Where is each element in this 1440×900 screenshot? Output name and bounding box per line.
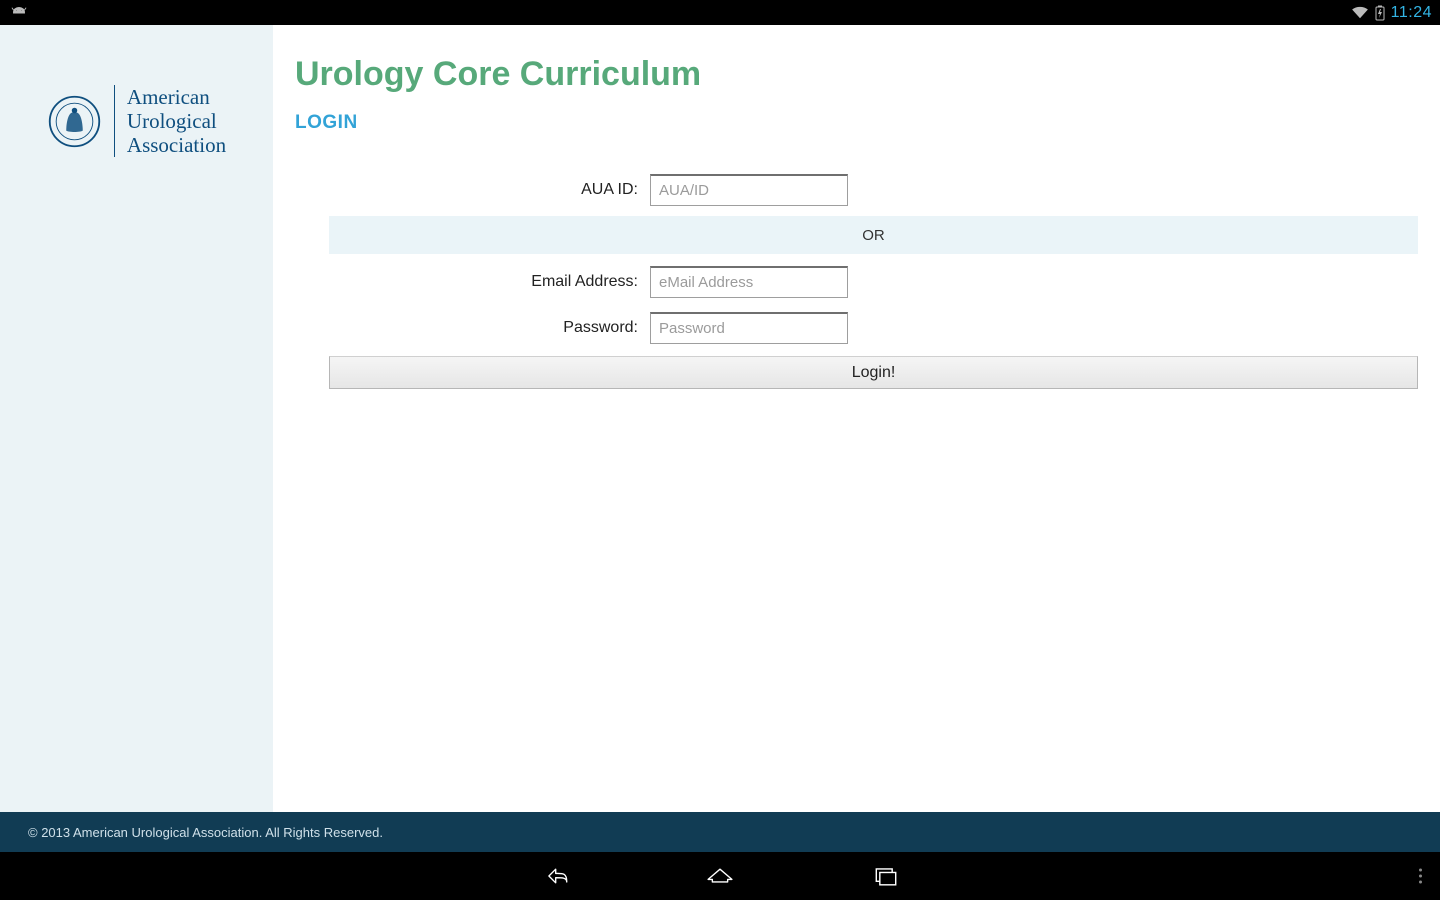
status-clock: 11:24 (1391, 4, 1432, 22)
wifi-icon (1351, 6, 1369, 20)
android-nav-bar (0, 852, 1440, 900)
or-text: OR (862, 227, 885, 244)
password-input[interactable] (650, 312, 848, 344)
org-name: American Urological Association (127, 85, 226, 157)
sidebar: American Urological Association (0, 25, 273, 812)
org-name-line1: American (127, 85, 226, 109)
email-label: Email Address: (295, 273, 650, 291)
overflow-dot-icon (1419, 875, 1422, 878)
aua-id-input[interactable] (650, 174, 848, 206)
page-title: Urology Core Curriculum (295, 55, 1418, 94)
overflow-menu-button[interactable] (1419, 869, 1422, 884)
logo-divider (114, 85, 115, 157)
work-area: American Urological Association Urology … (0, 25, 1440, 812)
overflow-dot-icon (1419, 869, 1422, 872)
battery-charging-icon (1375, 5, 1385, 21)
android-debug-icon (8, 5, 30, 21)
org-seal-icon (47, 94, 102, 149)
email-input[interactable] (650, 266, 848, 298)
main-panel: Urology Core Curriculum LOGIN AUA ID: OR… (273, 25, 1440, 812)
login-form: AUA ID: OR Email Address: Password: (295, 170, 1418, 389)
org-logo: American Urological Association (47, 85, 226, 157)
overflow-dot-icon (1419, 881, 1422, 884)
back-button[interactable] (536, 858, 572, 894)
org-name-line2: Urological (127, 109, 226, 133)
footer: © 2013 American Urological Association. … (0, 812, 1440, 852)
password-label: Password: (295, 319, 650, 337)
org-name-line3: Association (127, 133, 226, 157)
status-bar: 11:24 (0, 0, 1440, 25)
login-button[interactable]: Login! (329, 356, 1418, 389)
aua-id-label: AUA ID: (295, 181, 650, 199)
copyright-text: © 2013 American Urological Association. … (28, 825, 383, 840)
home-button[interactable] (702, 858, 738, 894)
recent-apps-button[interactable] (868, 858, 904, 894)
or-separator: OR (329, 216, 1418, 254)
login-heading: LOGIN (295, 112, 1418, 134)
